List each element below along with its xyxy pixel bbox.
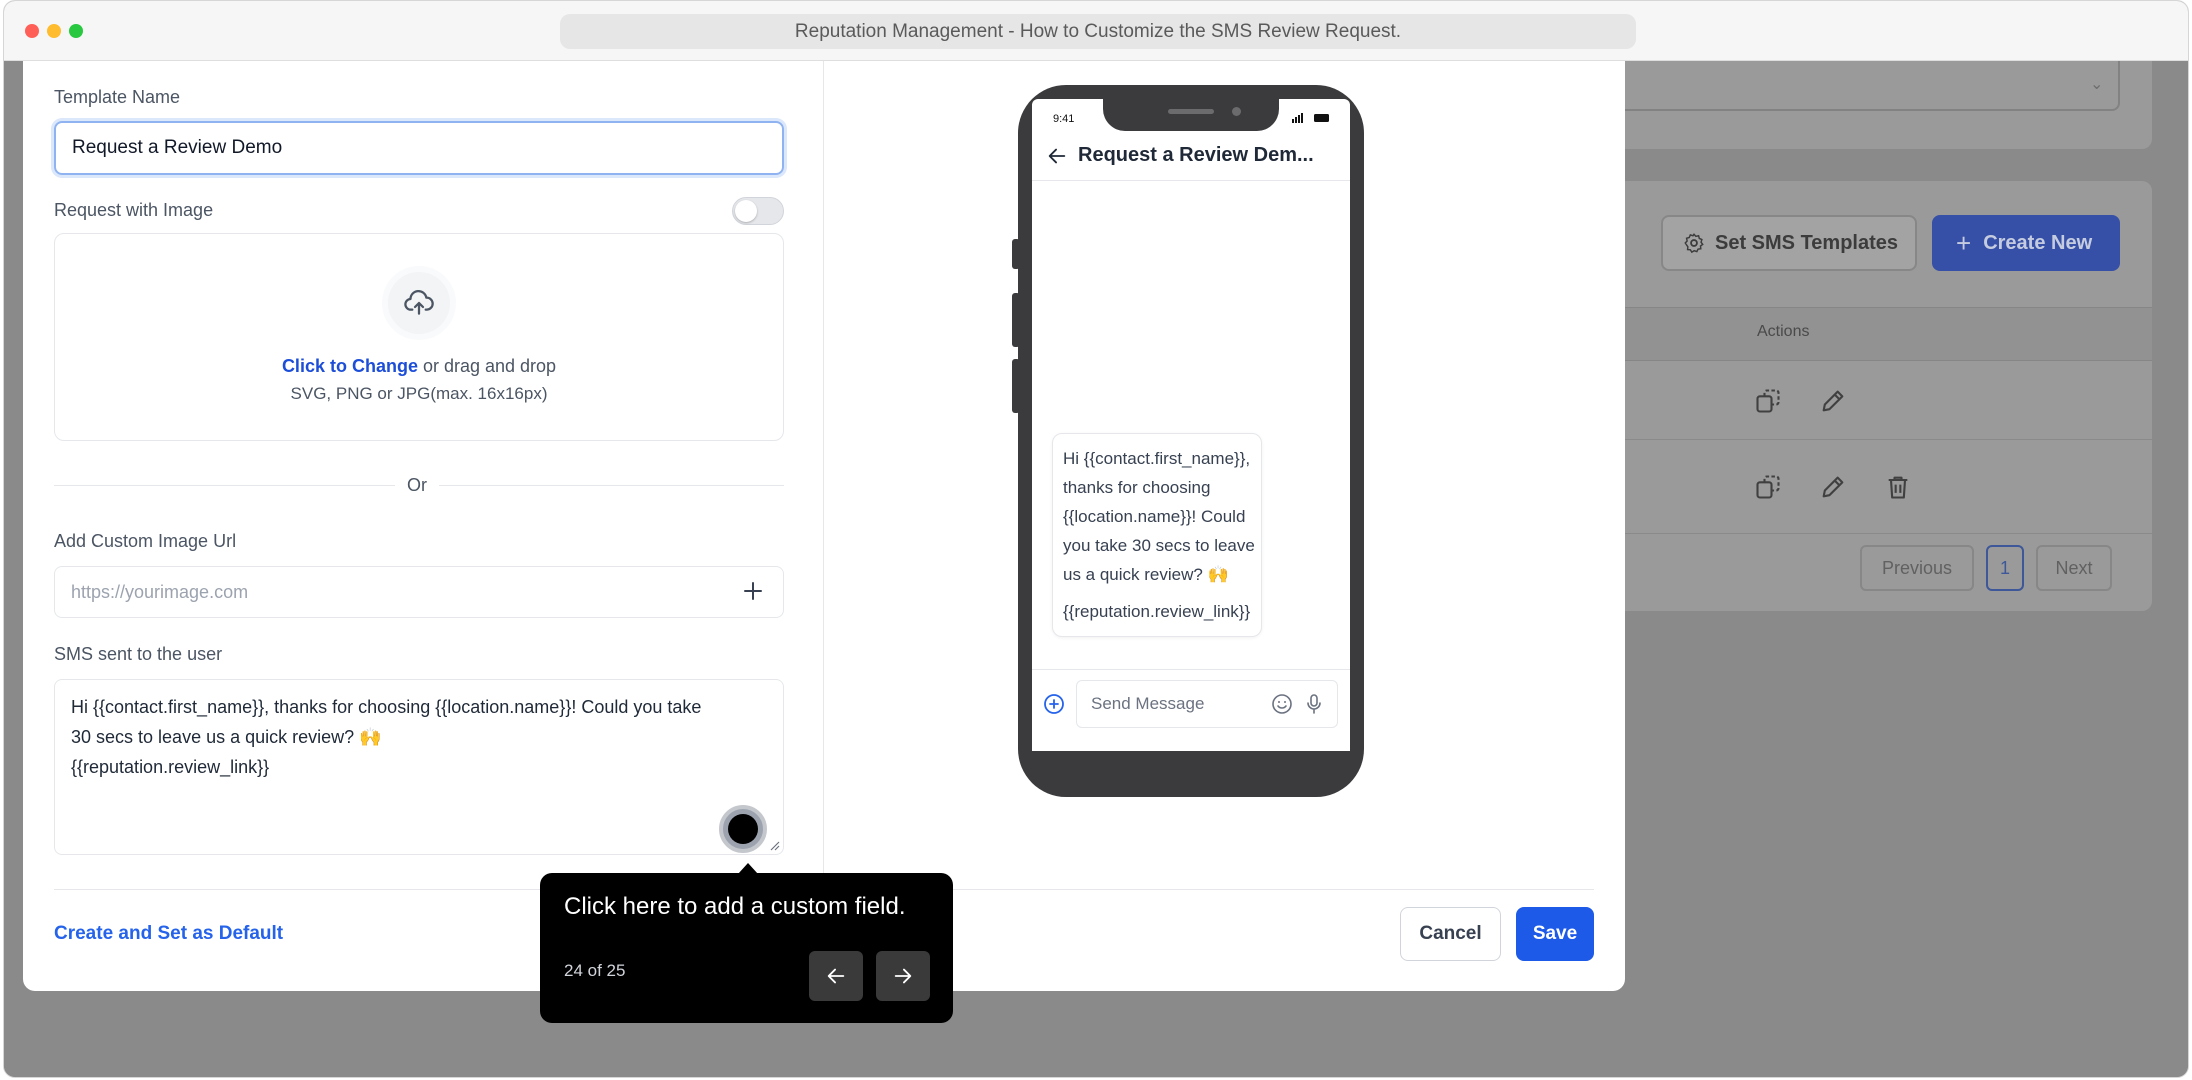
chat-header: Request a Review Dem... xyxy=(1032,131,1350,181)
minimize-window-button[interactable] xyxy=(47,24,61,38)
bubble-line: Hi {{contact.first_name}}, xyxy=(1063,449,1251,468)
compose-bar: Send Message xyxy=(1032,669,1350,751)
bubble-review-link: {{reputation.review_link}} xyxy=(1063,602,1251,621)
pagination-next: Next xyxy=(2036,545,2112,591)
guide-next-button[interactable] xyxy=(876,951,930,1001)
plus-icon: + xyxy=(1956,227,1972,258)
request-with-image-label: Request with Image xyxy=(54,200,214,220)
custom-image-url-input[interactable] xyxy=(71,581,711,603)
add-url-plus-icon[interactable] xyxy=(741,579,765,603)
click-to-change-link[interactable]: Click to Change xyxy=(282,356,418,376)
template-name-label: Template Name xyxy=(54,87,181,107)
sms-preview-bubble: Hi {{contact.first_name}}, thanks for ch… xyxy=(1052,433,1262,637)
bubble-line: {{location.name}}! Could xyxy=(1063,507,1246,526)
arrow-left-icon[interactable] xyxy=(1046,145,1068,167)
pagination-page: 1 xyxy=(1986,545,2024,591)
resize-grip-icon[interactable] xyxy=(768,839,780,851)
copy-icon xyxy=(1756,389,1780,413)
plus-circle-icon xyxy=(1044,694,1064,714)
browser-window: Reputation Management - How to Customize… xyxy=(3,0,2189,1078)
bubble-line: you take 30 secs to leave xyxy=(1063,536,1255,555)
upload-instructions: Click to Change or drag and drop xyxy=(55,356,783,377)
signal-battery-icon xyxy=(1292,113,1329,123)
edit-template-modal: Template Name Request a Review Demo Requ… xyxy=(23,61,1625,991)
set-sms-templates-label: Set SMS Templates xyxy=(1715,231,1899,254)
create-and-set-default-link[interactable]: Create and Set as Default xyxy=(54,923,283,945)
trash-icon xyxy=(1888,476,1908,499)
guide-step-counter: 24 of 25 xyxy=(564,961,626,980)
copy-icon xyxy=(1756,475,1780,499)
request-with-image-toggle[interactable] xyxy=(732,197,784,225)
guide-previous-button[interactable] xyxy=(809,951,863,1001)
actions-column-header: Actions xyxy=(1757,323,1810,340)
pagination-previous: Previous xyxy=(1860,545,1974,591)
cancel-button[interactable]: Cancel xyxy=(1400,907,1501,961)
template-name-input[interactable]: Request a Review Demo xyxy=(54,121,784,175)
custom-image-url-field xyxy=(54,566,784,618)
guide-tooltip-text: Click here to add a custom field. xyxy=(564,893,906,920)
status-time: 9:41 xyxy=(1053,113,1075,125)
row-divider xyxy=(1604,533,2152,534)
microphone-icon xyxy=(1307,694,1321,714)
sms-line: Hi {{contact.first_name}}, thanks for ch… xyxy=(71,697,702,717)
upload-format-hint: SVG, PNG or JPG(max. 16x16px) xyxy=(290,384,548,403)
create-new-label: Create New xyxy=(1983,231,2093,254)
guide-tooltip: Click here to add a custom field. 24 of … xyxy=(540,873,953,1023)
bubble-line: us a quick review? 🙌 xyxy=(1063,565,1229,584)
arrow-left-icon xyxy=(827,968,845,984)
sms-message-label: SMS sent to the user xyxy=(54,644,223,664)
or-divider-label: Or xyxy=(395,475,439,496)
background-select xyxy=(1604,61,2120,111)
save-button[interactable]: Save xyxy=(1516,907,1594,961)
upload-instructions-rest: or drag and drop xyxy=(417,356,557,376)
upload-icon xyxy=(382,266,456,340)
sms-message-textarea[interactable]: Hi {{contact.first_name}}, thanks for ch… xyxy=(54,679,784,855)
edit-icon xyxy=(1822,390,1844,412)
chat-title: Request a Review Dem... xyxy=(1078,144,1314,166)
close-window-button[interactable] xyxy=(25,24,39,38)
sms-line: 30 secs to leave us a quick review? 🙌 xyxy=(71,727,382,747)
toggle-knob xyxy=(735,200,757,222)
sms-line: {{reputation.review_link}} xyxy=(71,757,270,777)
custom-field-highlight-dot xyxy=(728,814,758,844)
create-new-button: + Create New xyxy=(1932,215,2120,271)
address-bar[interactable]: Reputation Management - How to Customize… xyxy=(560,14,1636,49)
send-message-input: Send Message xyxy=(1076,680,1338,728)
table-header xyxy=(1604,307,2152,361)
add-custom-field-button[interactable] xyxy=(719,805,767,853)
send-message-placeholder: Send Message xyxy=(1091,694,1205,713)
maximize-window-button[interactable] xyxy=(69,24,83,38)
set-sms-templates-button: Set SMS Templates xyxy=(1661,215,1917,271)
edit-icon xyxy=(1822,476,1844,498)
bubble-line: thanks for choosing xyxy=(1063,478,1211,497)
modal-split-divider xyxy=(823,61,824,889)
title-bar: Reputation Management - How to Customize… xyxy=(4,1,2188,61)
phone-camera xyxy=(1232,107,1241,116)
row-divider xyxy=(1604,439,2152,440)
chevron-down-icon: ⌄ xyxy=(2090,76,2104,93)
arrow-right-icon xyxy=(894,968,912,984)
image-upload-dropzone[interactable]: Click to Change or drag and drop SVG, PN… xyxy=(54,233,784,441)
emoji-icon xyxy=(1272,694,1292,714)
custom-image-url-label: Add Custom Image Url xyxy=(54,531,237,551)
phone-speaker xyxy=(1168,109,1214,114)
gear-icon xyxy=(1684,233,1704,254)
phone-screen xyxy=(1032,99,1350,751)
